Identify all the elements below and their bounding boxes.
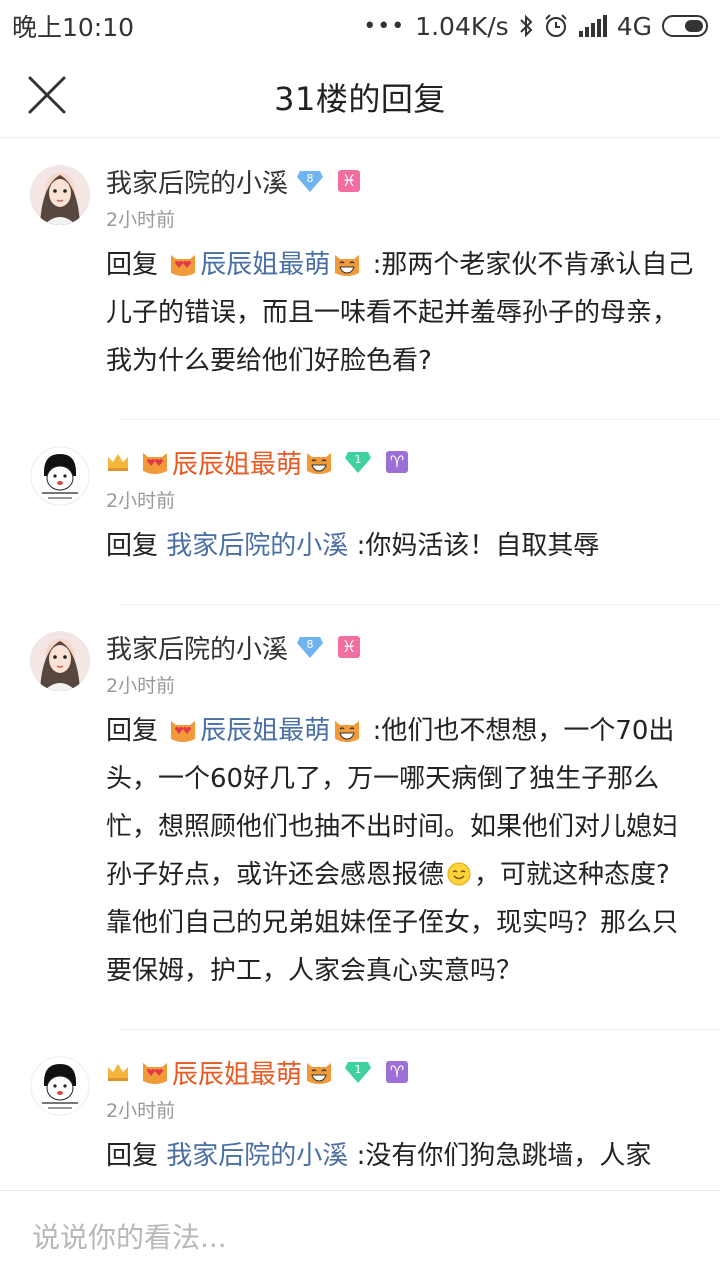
username[interactable]: 我家后院的小溪: [106, 163, 288, 200]
avatar[interactable]: [30, 631, 90, 691]
bluetooth-icon: [519, 14, 533, 38]
header: 31楼的回复: [0, 52, 720, 138]
username[interactable]: 辰辰姐最萌: [172, 1054, 302, 1091]
page-title: 31楼的回复: [274, 80, 446, 118]
reply-item: 辰辰姐最萌 1 ♈ 2小时前 回复 我家后院的小溪 :没有你们狗急跳墙，人家: [0, 1030, 720, 1190]
reply-text: :你妈活该！自取其辱: [356, 531, 600, 561]
reply-prefix: 回复: [106, 531, 159, 561]
reply-text: :没有你们狗急跳墙，人家: [356, 1141, 652, 1171]
network-speed: 1.04K/s: [415, 11, 509, 41]
reply-prefix: 回复: [106, 250, 159, 280]
heart-eyes-cat-icon: [171, 255, 196, 276]
svg-text:8: 8: [307, 172, 314, 185]
timestamp: 2小时前: [106, 209, 176, 231]
mention-link[interactable]: 我家后院的小溪: [166, 1141, 348, 1171]
comment-bar: [0, 1190, 720, 1280]
crown-icon: [108, 1064, 128, 1081]
grinning-cat-icon: [307, 453, 332, 474]
battery-icon: [662, 15, 708, 37]
crown-icon: [108, 454, 128, 471]
level-badge: 1: [344, 1060, 372, 1084]
comment-input[interactable]: [30, 1211, 694, 1263]
smile-icon: [447, 862, 471, 886]
reply-prefix: 回复: [106, 716, 159, 746]
status-bar: 晚上10:10 ••• 1.04K/s 4G: [0, 0, 720, 52]
timestamp: 2小时前: [106, 1100, 176, 1122]
alarm-icon: [543, 13, 569, 39]
svg-text:8: 8: [307, 638, 314, 651]
reply-content: 回复 辰辰姐最萌 :他们也不想想，一个70出头，一个60好几了，万一哪天病倒了独…: [106, 707, 694, 1029]
svg-text:1: 1: [355, 1063, 362, 1076]
username[interactable]: 我家后院的小溪: [106, 629, 288, 666]
avatar[interactable]: [30, 446, 90, 506]
user-row: 辰辰姐最萌 1 ♈: [106, 1030, 694, 1094]
network-type: 4G: [616, 11, 652, 41]
grinning-cat-icon: [307, 1063, 332, 1084]
user-row: 我家后院的小溪 8 ♓: [106, 605, 694, 669]
avatar[interactable]: [30, 1056, 90, 1116]
svg-text:1: 1: [355, 453, 362, 466]
reply-prefix: 回复: [106, 1141, 159, 1171]
grinning-cat-icon: [335, 721, 360, 742]
reply-list[interactable]: 我家后院的小溪 8 ♓ 2小时前 回复 辰辰姐最萌 :那两个老家伙不肯承认自己儿…: [0, 139, 720, 1190]
mention-link[interactable]: 我家后院的小溪: [166, 531, 348, 561]
reply-content: 回复 我家后院的小溪 :你妈活该！自取其辱: [106, 522, 694, 604]
reply-item: 我家后院的小溪 8 ♓ 2小时前 回复 辰辰姐最萌 :他们也不想想，一个70出头…: [0, 605, 720, 1029]
timestamp: 2小时前: [106, 675, 176, 697]
user-row: 我家后院的小溪 8 ♓: [106, 139, 694, 203]
zodiac-pisces-icon: ♓: [338, 170, 361, 192]
reply-content: 回复 辰辰姐最萌 :那两个老家伙不肯承认自己儿子的错误，而且一味看不起并羞辱孙子…: [106, 241, 694, 419]
status-icons: ••• 1.04K/s 4G: [363, 12, 708, 41]
more-dots-icon: •••: [363, 13, 406, 39]
user-row: 辰辰姐最萌 1 ♈: [106, 420, 694, 484]
level-badge: 8: [296, 169, 324, 193]
mention-link[interactable]: 辰辰姐最萌: [200, 250, 330, 280]
reply-content: 回复 我家后院的小溪 :没有你们狗急跳墙，人家: [106, 1132, 694, 1190]
zodiac-aries-icon: ♈: [386, 1061, 409, 1083]
signal-icon: [578, 15, 607, 37]
heart-eyes-cat-icon: [143, 453, 167, 474]
heart-eyes-cat-icon: [171, 721, 196, 742]
reply-item: 辰辰姐最萌 1 ♈ 2小时前 回复 我家后院的小溪 :你妈活该！自取其辱: [0, 420, 720, 604]
reply-item: 我家后院的小溪 8 ♓ 2小时前 回复 辰辰姐最萌 :那两个老家伙不肯承认自己儿…: [0, 139, 720, 419]
heart-eyes-cat-icon: [143, 1063, 167, 1084]
level-badge: 8: [296, 635, 324, 659]
avatar[interactable]: [30, 165, 90, 225]
username[interactable]: 辰辰姐最萌: [172, 444, 302, 481]
zodiac-pisces-icon: ♓: [338, 636, 361, 658]
timestamp: 2小时前: [106, 490, 176, 512]
mention-link[interactable]: 辰辰姐最萌: [200, 716, 330, 746]
grinning-cat-icon: [335, 255, 360, 276]
level-badge: 1: [344, 450, 372, 474]
zodiac-aries-icon: ♈: [386, 451, 409, 473]
status-time: 晚上10:10: [12, 13, 135, 42]
